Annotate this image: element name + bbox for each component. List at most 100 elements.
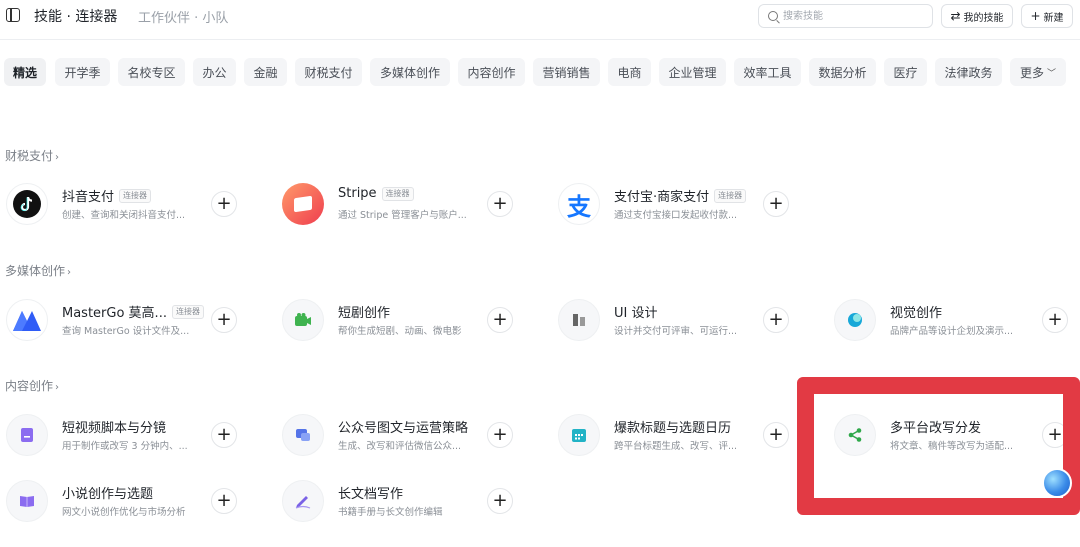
skill-card-highlighted[interactable]: 多平台改写分发 将文章、稿件等改写为适配... +: [834, 409, 1080, 461]
add-button[interactable]: +: [1042, 307, 1068, 333]
tab-label: 财税支付: [304, 65, 353, 80]
tab-featured[interactable]: 精选: [4, 58, 46, 86]
skill-card[interactable]: 短剧创作 帮你生成短剧、动画、微电影 +: [282, 294, 532, 346]
my-skills-label: 我的技能: [963, 12, 1004, 24]
skill-desc: 设计并交付可评审、可运行...: [614, 326, 738, 337]
stripe-icon: [282, 183, 324, 225]
section-title-text: 多媒体创作: [5, 264, 66, 278]
add-button[interactable]: +: [487, 307, 513, 333]
tab-marketing[interactable]: 营销销售: [533, 58, 600, 86]
tab-label: 精选: [12, 65, 37, 80]
tab-content-creation[interactable]: 内容创作: [458, 58, 525, 86]
skill-name: 抖音支付 连接器: [62, 186, 152, 205]
my-skills-button[interactable]: ⇄ 我的技能: [941, 4, 1013, 28]
article-icon: [282, 414, 324, 456]
add-button[interactable]: +: [211, 307, 237, 333]
alipay-icon: 支: [558, 183, 600, 225]
tab-label: 数据分析: [818, 65, 867, 80]
skill-name: 短视频脚本与分镜: [62, 421, 167, 436]
skill-desc: 帮你生成短剧、动画、微电影: [338, 326, 462, 337]
calendar-icon: [558, 414, 600, 456]
skill-name: 小说创作与选题: [62, 487, 154, 502]
skill-name: UI 设计: [614, 306, 658, 321]
add-button[interactable]: +: [763, 422, 789, 448]
search-box[interactable]: [758, 4, 933, 28]
page-title: 技能 · 连接器: [34, 9, 118, 25]
share-icon: [834, 414, 876, 456]
pen-icon: [282, 480, 324, 522]
add-button[interactable]: +: [211, 191, 237, 217]
skill-card[interactable]: MasterGo 莫高... 连接器 查询 MasterGo 设计文件及... +: [6, 294, 256, 346]
tab-tax-payment[interactable]: 财税支付: [295, 58, 362, 86]
search-icon: [768, 11, 778, 21]
add-button[interactable]: +: [763, 307, 789, 333]
tab-medical[interactable]: 医疗: [884, 58, 927, 86]
tab-label: 开学季: [64, 65, 101, 80]
skill-desc: 网文小说创作优化与市场分析: [62, 507, 186, 518]
skill-name: 多平台改写分发: [890, 421, 982, 436]
skill-desc: 跨平台标题生成、改写、评...: [614, 441, 738, 452]
skill-desc: 通过支付宝接口发起收付款...: [614, 210, 738, 221]
skill-name: 支付宝·商家支付 连接器: [614, 186, 747, 205]
tab-label: 营销销售: [542, 65, 591, 80]
section-title-media[interactable]: 多媒体创作 ›: [5, 262, 71, 279]
skill-name: 短剧创作: [338, 306, 391, 321]
tab-efficiency[interactable]: 效率工具: [734, 58, 801, 86]
skill-card[interactable]: 爆款标题与选题日历 跨平台标题生成、改写、评... +: [558, 409, 808, 461]
tab-data-analysis[interactable]: 数据分析: [809, 58, 876, 86]
assistant-orb-icon[interactable]: [1042, 468, 1072, 498]
skill-card[interactable]: 抖音支付 连接器 创建、查询和关闭抖音支付... +: [6, 178, 256, 230]
tab-label: 名校专区: [127, 65, 176, 80]
connector-badge: 连接器: [119, 188, 152, 203]
tab-legal[interactable]: 法律政务: [935, 58, 1002, 86]
new-button[interactable]: + 新建: [1021, 4, 1073, 28]
connector-badge: 连接器: [381, 186, 414, 201]
mastergo-icon: [6, 299, 48, 341]
sidebar-toggle-icon[interactable]: [6, 8, 20, 22]
skill-card[interactable]: 短视频脚本与分镜 用于制作或改写 3 分钟内、... +: [6, 409, 256, 461]
douyin-icon: [6, 183, 48, 225]
chevron-right-icon: ›: [55, 382, 60, 393]
skill-card[interactable]: 长文档写作 书籍手册与长文创作编辑 +: [282, 475, 532, 527]
skill-card[interactable]: Stripe 连接器 通过 Stripe 管理客户与账户... +: [282, 178, 532, 230]
chevron-down-icon: ﹀: [1047, 68, 1057, 79]
skill-desc: 查询 MasterGo 设计文件及...: [62, 326, 190, 337]
section-title-finance[interactable]: 财税支付 ›: [5, 147, 59, 164]
tab-famous-schools[interactable]: 名校专区: [118, 58, 185, 86]
add-button[interactable]: +: [211, 488, 237, 514]
header: 技能 · 连接器 工作伙伴 · 小队 ⇄ 我的技能 + 新建: [0, 0, 1080, 40]
tab-label: 多媒体创作: [379, 65, 440, 80]
search-input[interactable]: [783, 8, 923, 24]
tab-multimedia[interactable]: 多媒体创作: [370, 58, 450, 86]
section-title-text: 财税支付: [5, 149, 54, 163]
section-title-text: 内容创作: [5, 379, 54, 393]
skill-card[interactable]: 小说创作与选题 网文小说创作优化与市场分析 +: [6, 475, 256, 527]
skill-name: 爆款标题与选题日历: [614, 421, 732, 436]
tab-school-season[interactable]: 开学季: [55, 58, 110, 86]
ui-design-icon: [558, 299, 600, 341]
skill-card[interactable]: 视觉创作 品牌产品等设计企划及演示... +: [834, 294, 1080, 346]
add-button[interactable]: +: [211, 422, 237, 448]
partner-team-tab[interactable]: 工作伙伴 · 小队: [138, 7, 228, 26]
skill-card[interactable]: 公众号图文与运营策略 生成、改写和评估微信公众... +: [282, 409, 532, 461]
tab-more[interactable]: 更多 ﹀: [1010, 58, 1066, 86]
section-title-content[interactable]: 内容创作 ›: [5, 377, 59, 394]
tab-label: 企业管理: [668, 65, 717, 80]
tab-office[interactable]: 办公: [193, 58, 236, 86]
skill-desc: 书籍手册与长文创作编辑: [338, 507, 443, 518]
add-button[interactable]: +: [487, 191, 513, 217]
tab-label: 电商: [617, 65, 642, 80]
add-button[interactable]: +: [487, 422, 513, 448]
skill-name: Stripe 连接器: [338, 186, 414, 201]
skill-card[interactable]: 支 支付宝·商家支付 连接器 通过支付宝接口发起收付款... +: [558, 178, 808, 230]
tab-label: 办公: [202, 65, 227, 80]
skill-name: MasterGo 莫高... 连接器: [62, 302, 204, 321]
tab-label: 金融: [253, 65, 278, 80]
add-button[interactable]: +: [487, 488, 513, 514]
add-button[interactable]: +: [1042, 422, 1068, 448]
add-button[interactable]: +: [763, 191, 789, 217]
tab-enterprise[interactable]: 企业管理: [659, 58, 726, 86]
skill-card[interactable]: UI 设计 设计并交付可评审、可运行... +: [558, 294, 808, 346]
tab-finance[interactable]: 金融: [244, 58, 287, 86]
tab-ecommerce[interactable]: 电商: [608, 58, 651, 86]
